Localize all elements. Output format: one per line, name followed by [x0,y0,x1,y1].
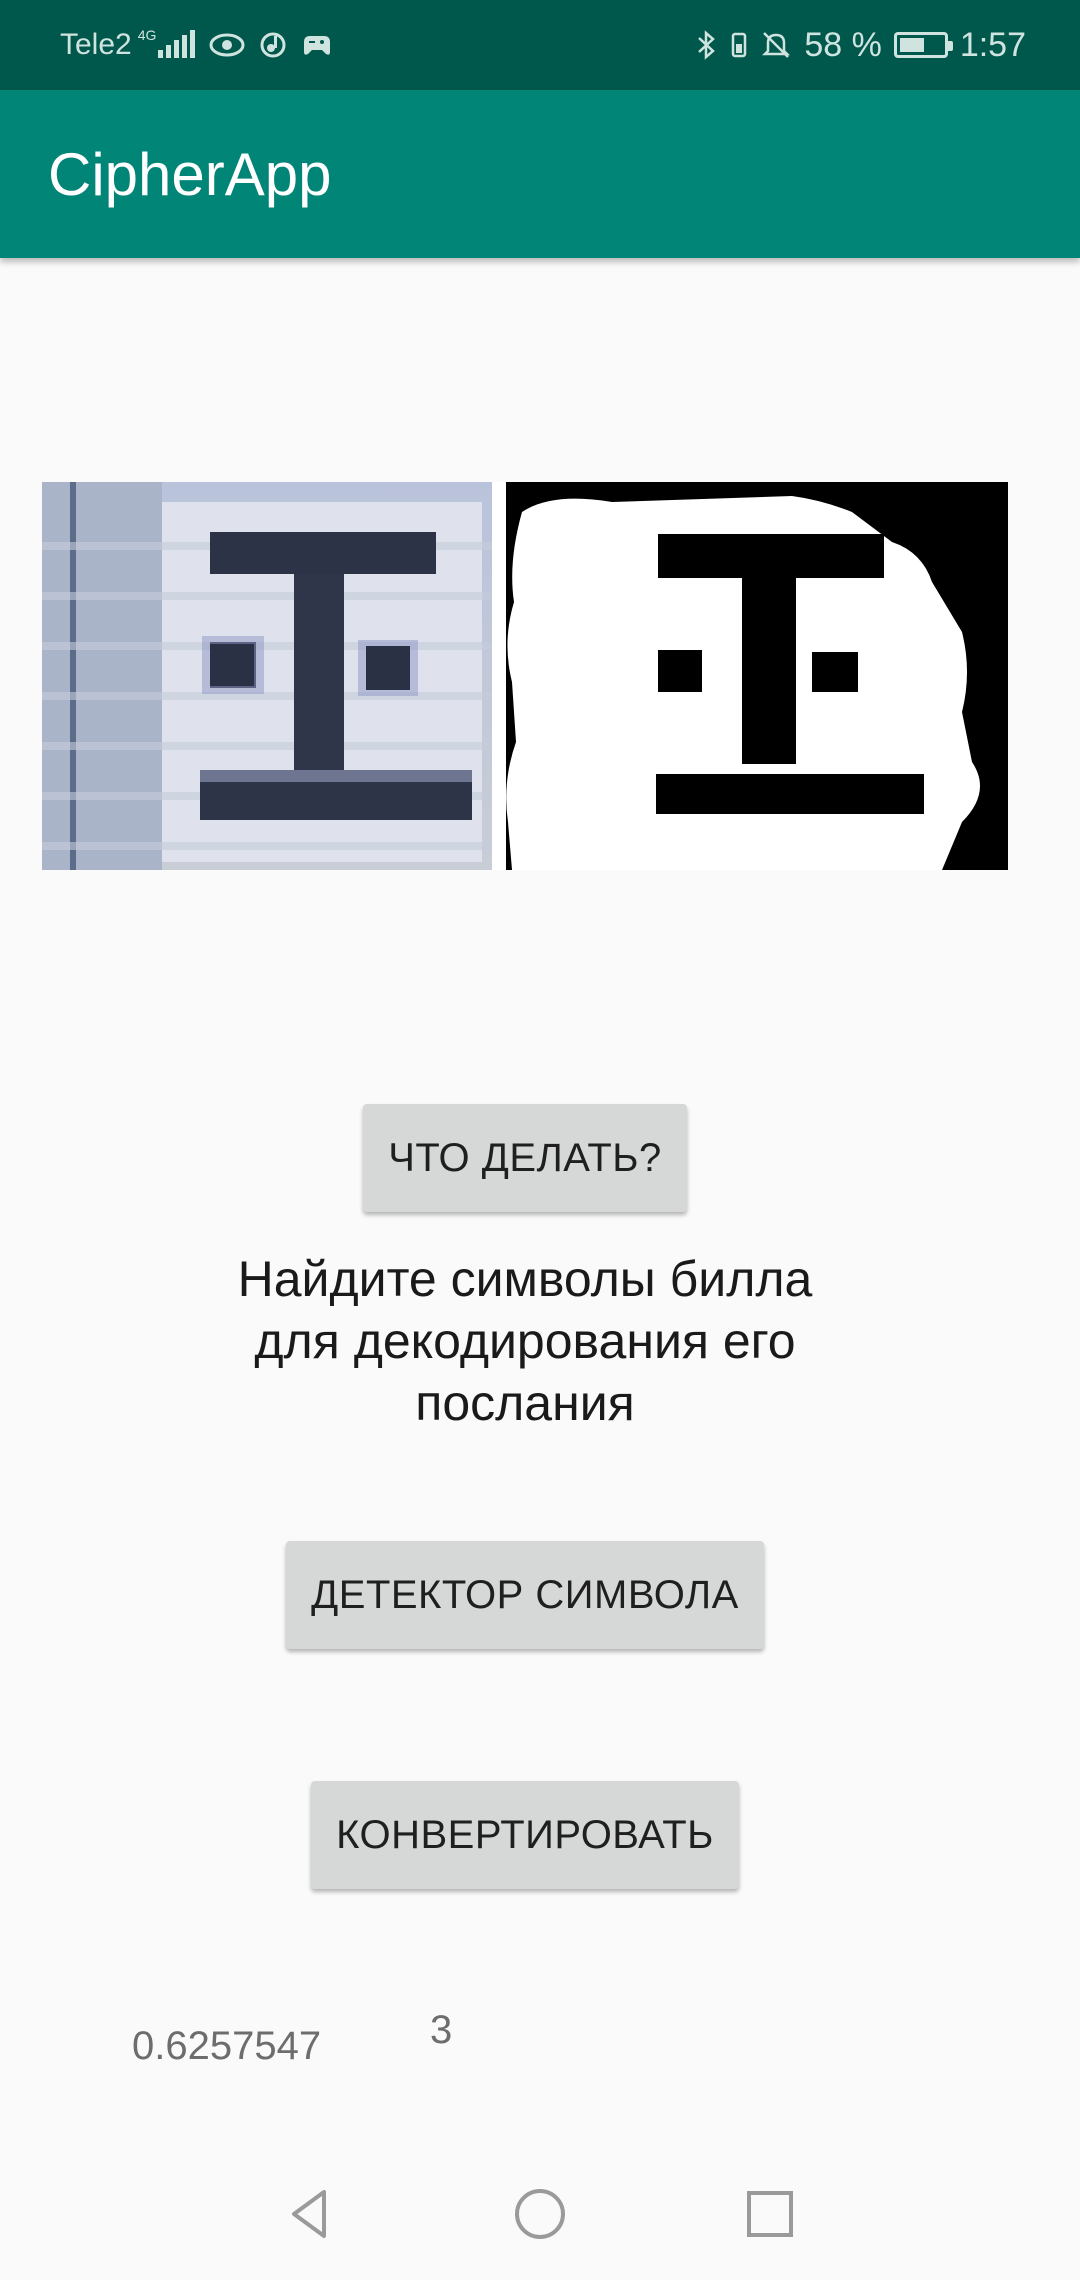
status-bar-right: 58 % 1:57 [696,0,1026,90]
app-bar: CipherApp [0,90,1080,258]
battery-percent: 58 % [804,25,882,64]
carrier-label: Tele2 [60,28,132,61]
eye-icon [208,30,246,60]
battery-level-fill [899,38,924,52]
app-title: CipherApp [48,140,332,208]
recent-apps-icon[interactable] [730,2174,810,2254]
instruction-text: Найдите символы билла для декодирования … [160,1248,890,1434]
network-type-label: 4G [137,27,157,43]
home-icon[interactable] [500,2174,580,2254]
music-icon [258,30,288,60]
game-controller-icon [300,30,334,60]
bluetooth-icon [696,29,718,61]
confidence-value: 0.6257547 [132,2024,322,2068]
bell-off-icon [760,29,792,61]
instruction-line-3: послания [415,1375,635,1431]
camera-symbol-image [42,482,492,870]
clock: 1:57 [959,25,1026,64]
battery-charging-icon [893,32,953,58]
convert-button[interactable]: КОНВЕРТИРОВАТЬ [311,1781,739,1889]
symbol-detector-button[interactable]: ДЕТЕКТОР СИМВОЛА [286,1541,764,1649]
signal-icon: 4G [138,28,197,60]
status-bar-left: Tele2 4G [60,0,334,90]
binarized-symbol-image [492,482,1008,870]
navigation-bar [0,2144,1080,2280]
instruction-line-1: Найдите символы билла [237,1251,813,1307]
vibrate-icon [730,30,748,60]
what-to-do-button[interactable]: ЧТО ДЕЛАТЬ? [363,1104,687,1212]
status-bar: Tele2 4G 58 % 1:57 [0,0,1080,90]
instruction-line-2: для декодирования его [254,1313,796,1369]
detected-symbol-value: 3 [430,2008,453,2052]
back-icon[interactable] [270,2174,350,2254]
